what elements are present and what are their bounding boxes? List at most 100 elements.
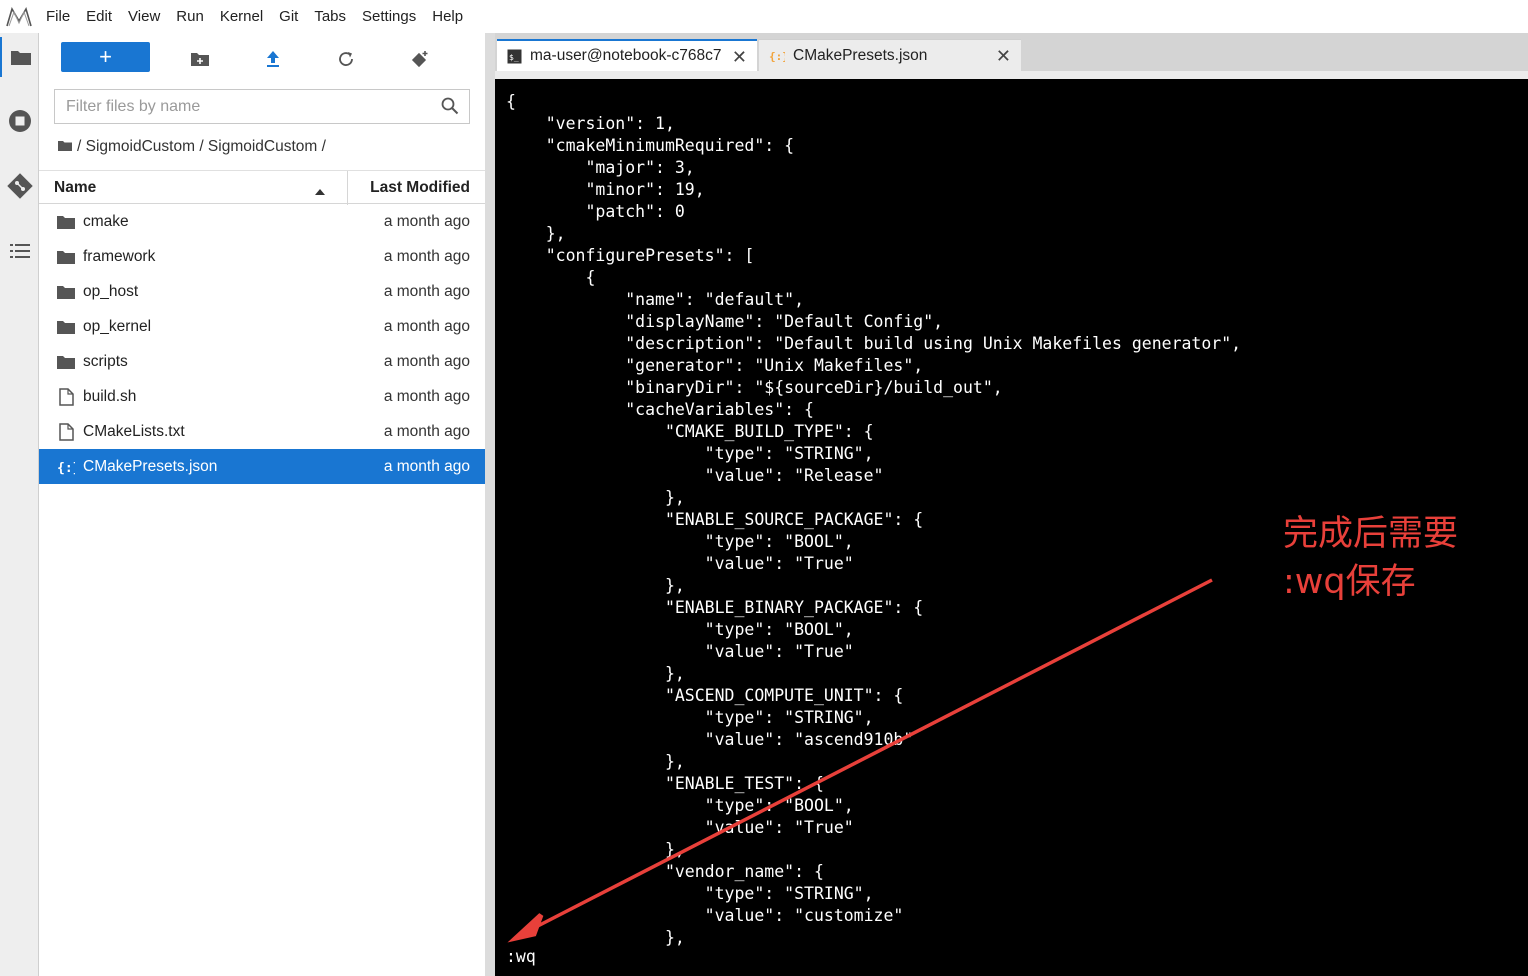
terminal-line: { (506, 92, 516, 111)
new-launcher-button[interactable]: + (61, 42, 150, 72)
file-modified: a month ago (383, 282, 470, 300)
panel-splitter[interactable] (485, 33, 495, 976)
menu-kernel[interactable]: Kernel (212, 0, 271, 33)
terminal-line: }, (506, 928, 685, 947)
file-modified: a month ago (383, 387, 470, 405)
terminal-line: "cmakeMinimumRequired": { (506, 136, 795, 155)
terminal-line: "value": "True" (506, 554, 854, 573)
file-browser-tab-icon[interactable] (0, 37, 39, 77)
close-icon[interactable]: ✕ (996, 46, 1011, 67)
terminal-icon: $_ (507, 49, 522, 64)
file-modified: a month ago (383, 247, 470, 265)
terminal-line: "value": "Release" (506, 466, 884, 485)
file-list: cmake a month ago framework a month ago … (39, 204, 485, 484)
folder-icon (57, 318, 75, 336)
file-name: op_host (83, 282, 139, 300)
file-row-cmakelists[interactable]: CMakeLists.txt a month ago (39, 414, 485, 449)
svg-text:$_: $_ (509, 53, 519, 62)
filter-files-input[interactable] (55, 90, 425, 123)
annotation-text: 完成后需要 :wq保存 (1283, 510, 1458, 606)
file-name: cmake (83, 212, 129, 230)
menu-run[interactable]: Run (168, 0, 212, 33)
file-row-op-host[interactable]: op_host a month ago (39, 274, 485, 309)
file-row-scripts[interactable]: scripts a month ago (39, 344, 485, 379)
file-row-framework[interactable]: framework a month ago (39, 239, 485, 274)
menu-help[interactable]: Help (424, 0, 471, 33)
table-of-contents-icon[interactable] (0, 231, 39, 271)
search-icon (441, 97, 459, 120)
file-row-op-kernel[interactable]: op_kernel a month ago (39, 309, 485, 344)
terminal-line: "value": "customize" (506, 906, 904, 925)
annotation-line: :wq保存 (1283, 562, 1416, 602)
terminal-line: "version": 1, (506, 114, 675, 133)
file-row-build-sh[interactable]: build.sh a month ago (39, 379, 485, 414)
file-row-cmake[interactable]: cmake a month ago (39, 204, 485, 239)
sort-ascending-icon[interactable] (314, 183, 326, 201)
vim-command-line[interactable]: :wq (506, 947, 536, 966)
filter-files-field[interactable] (54, 89, 470, 124)
json-icon: {:} (57, 458, 75, 476)
terminal-line: "generator": "Unix Makefiles", (506, 356, 924, 375)
terminal-line: "major": 3, (506, 158, 695, 177)
breadcrumb-path[interactable]: / SigmoidCustom / SigmoidCustom / (77, 138, 326, 156)
file-browser-panel: + / SigmoidCustom / (39, 33, 485, 976)
new-folder-icon[interactable] (188, 47, 212, 71)
terminal-line: "patch": 0 (506, 202, 685, 221)
menu-file[interactable]: File (38, 0, 78, 33)
close-icon[interactable]: ✕ (732, 47, 747, 68)
terminal-line: "type": "BOOL", (506, 796, 854, 815)
terminal-line: "ENABLE_BINARY_PACKAGE": { (506, 598, 924, 617)
file-modified: a month ago (383, 352, 470, 370)
terminal-line: { (506, 268, 596, 287)
terminal-line: "minor": 19, (506, 180, 705, 199)
jupyter-logo-icon (0, 0, 38, 33)
running-sessions-icon[interactable] (0, 101, 39, 141)
file-row-cmakepresets[interactable]: {:} CMakePresets.json a month ago (39, 449, 485, 484)
terminal-line: }, (506, 840, 685, 859)
terminal-line: "binaryDir": "${sourceDir}/build_out", (506, 378, 1003, 397)
terminal-line: "type": "STRING", (506, 884, 874, 903)
terminal-line: "name": "default", (506, 290, 805, 309)
terminal-line: "ASCEND_COMPUTE_UNIT": { (506, 686, 904, 705)
git-clone-icon[interactable] (408, 47, 432, 71)
annotation-line: 完成后需要 (1283, 514, 1459, 554)
menu-bar: File Edit View Run Kernel Git Tabs Setti… (0, 0, 1528, 33)
upload-icon[interactable] (261, 47, 285, 71)
terminal-line: "type": "BOOL", (506, 532, 854, 551)
terminal-line: }, (506, 224, 566, 243)
terminal-line: "type": "BOOL", (506, 620, 854, 639)
column-header-name[interactable]: Name (54, 171, 96, 205)
terminal-line: "value": "True" (506, 818, 854, 837)
terminal-line: "description": "Default build using Unix… (506, 334, 1242, 353)
file-icon (57, 388, 75, 406)
tab-cmakepresets[interactable]: {:} CMakePresets.json ✕ (759, 39, 1021, 71)
terminal-line: }, (506, 664, 685, 683)
file-modified: a month ago (383, 457, 470, 475)
terminal-line: "vendor_name": { (506, 862, 824, 881)
svg-text:{:}: {:} (769, 50, 785, 63)
terminal-output: { "version": 1, "cmakeMinimumRequired": … (506, 91, 1241, 949)
jupyterlab-window: File Edit View Run Kernel Git Tabs Setti… (0, 0, 1528, 976)
menu-settings[interactable]: Settings (354, 0, 424, 33)
file-name: build.sh (83, 387, 137, 405)
menu-tabs[interactable]: Tabs (306, 0, 354, 33)
folder-icon[interactable] (58, 138, 72, 156)
file-modified: a month ago (383, 212, 470, 230)
menu-edit[interactable]: Edit (78, 0, 120, 33)
tab-terminal[interactable]: $_ ma-user@notebook-c768c7 ✕ (497, 39, 757, 71)
column-header-last-modified[interactable]: Last Modified (370, 171, 470, 205)
column-divider[interactable] (347, 171, 348, 205)
terminal-line: "value": "True" (506, 642, 854, 661)
left-activity-bar (0, 33, 39, 976)
terminal-line: "configurePresets": [ (506, 246, 755, 265)
menu-git[interactable]: Git (271, 0, 306, 33)
json-icon: {:} (769, 49, 785, 63)
terminal-line: "CMAKE_BUILD_TYPE": { (506, 422, 874, 441)
file-list-header: Name Last Modified (39, 170, 485, 205)
breadcrumb: / SigmoidCustom / SigmoidCustom / (58, 136, 326, 158)
refresh-icon[interactable] (334, 47, 358, 71)
file-browser-toolbar: + (39, 33, 485, 83)
git-icon[interactable] (0, 166, 39, 206)
terminal-line: "ENABLE_SOURCE_PACKAGE": { (506, 510, 924, 529)
menu-view[interactable]: View (120, 0, 168, 33)
